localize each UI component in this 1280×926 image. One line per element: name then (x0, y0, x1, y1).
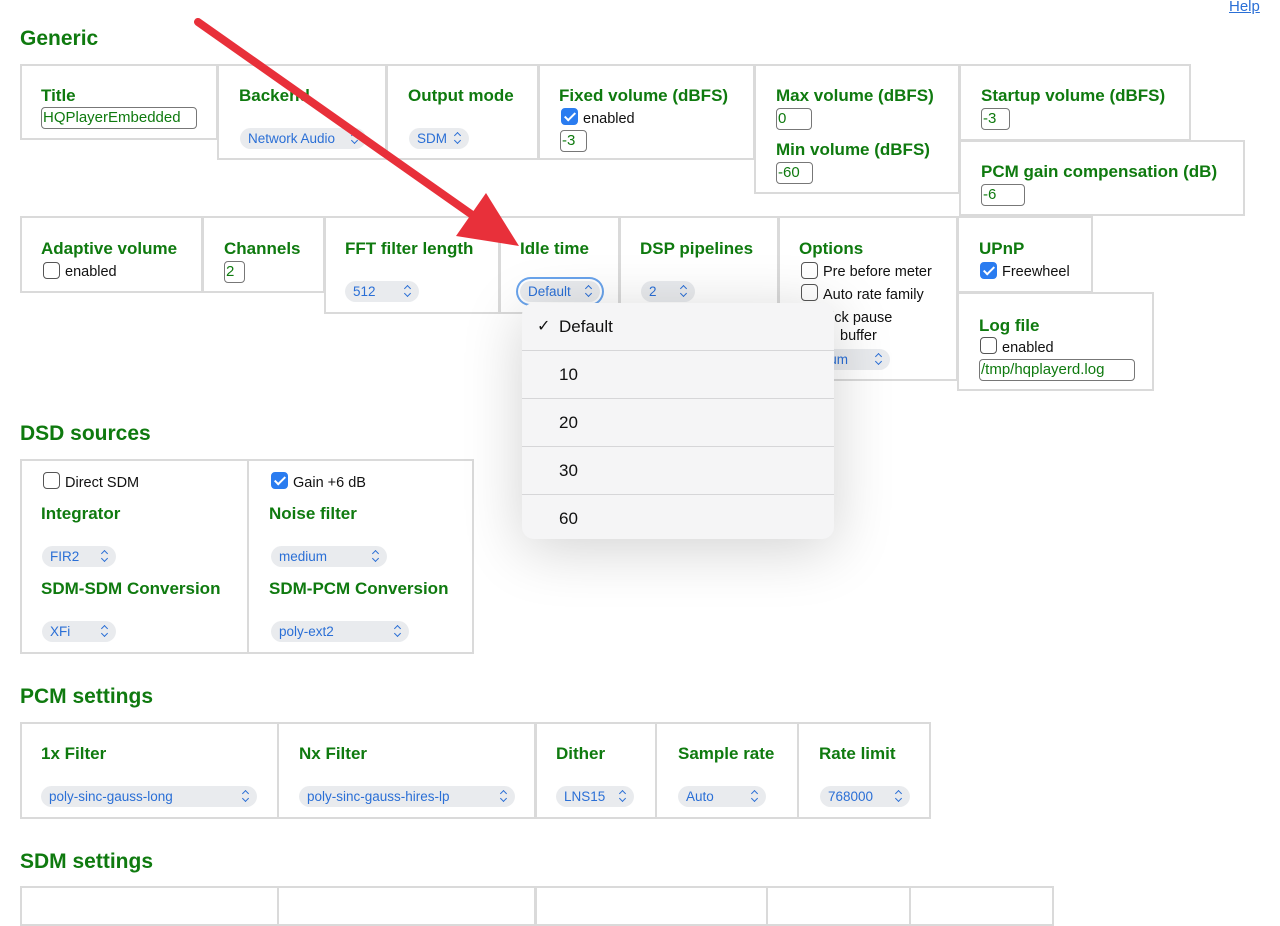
annotation-arrow-icon (194, 18, 519, 246)
